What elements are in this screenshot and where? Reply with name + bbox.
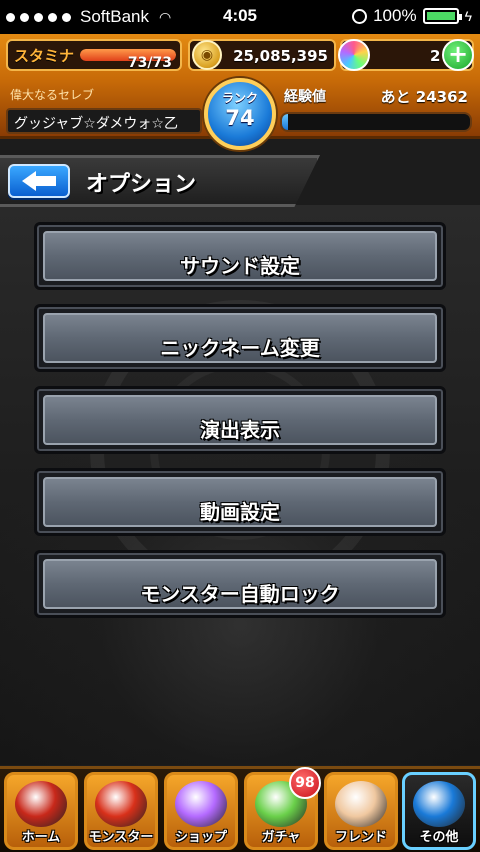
rotation-lock-icon [352,8,368,24]
option-label: ニックネーム変更 [160,336,320,360]
nickname-change-button[interactable]: ニックネーム変更 [34,304,446,372]
coin-panel: ◉ 25,085,395 [188,39,336,71]
option-label: サウンド設定 [180,254,300,278]
nav-label: その他 [419,830,459,845]
nav-label: フレンド [334,830,387,845]
status-bar: SoftBank ◠ 4:05 100% ϟ [0,0,480,34]
back-button[interactable] [8,164,70,198]
orb-icon [338,39,370,71]
rank-value: 74 [225,106,255,130]
nav-label: ショップ [174,830,227,845]
exp-fill [282,114,288,130]
effect-display-button[interactable]: 演出表示 [34,386,446,454]
exp-remaining: あと 24362 [380,88,468,106]
stamina-panel: スタミナ 73/73 [6,39,182,71]
back-arrow-shaft [34,176,56,186]
nav-gacha[interactable]: ガチャ 98 [244,767,321,850]
orb-value: 2 [430,47,441,65]
exp-bar [280,112,472,132]
page-title: オプション [86,172,197,197]
option-face: ニックネーム変更 [43,313,437,363]
player-name-box: グッジャブ☆ダメウォ☆乙 [6,108,202,134]
stamina-value: 73/73 [127,55,172,71]
option-face: 動画設定 [43,477,437,527]
friend-handshake-icon [335,781,387,827]
option-label: 演出表示 [200,418,280,442]
nav-monster[interactable]: モンスター [84,772,158,850]
rank-badge: ランク 74 [204,78,276,150]
add-orb-button[interactable]: + [442,39,474,71]
home-icon [15,781,67,827]
status-right: 100% ϟ [352,6,472,26]
rank-label: ランク [221,91,258,105]
battery-icon [422,8,462,24]
coin-value: 25,085,395 [233,47,328,65]
option-label: 動画設定 [200,500,280,524]
battery-percent: 100% [373,6,417,25]
nav-label: ホーム [21,830,61,845]
option-face: モンスター自動ロック [43,559,437,609]
option-face: 演出表示 [43,395,437,445]
video-settings-button[interactable]: 動画設定 [34,468,446,536]
coin-icon: ◉ [192,40,222,70]
charging-icon: ϟ [464,8,472,24]
option-face: サウンド設定 [43,231,437,281]
other-icon [413,781,465,827]
game-header: スタミナ 73/73 ◉ 25,085,395 2 + 偉大なるセレブ グッジャ… [0,34,480,150]
player-title: 偉大なるセレブ [10,88,95,102]
shop-orb-icon [175,781,227,827]
nav-friend[interactable]: フレンド [324,772,398,850]
nav-label: ガチャ [261,830,301,845]
nav-other[interactable]: その他 [402,772,476,850]
orb-panel: 2 + [338,39,474,71]
gacha-count-badge: 98 [289,767,321,799]
nav-label: モンスター [88,830,154,845]
stamina-label: スタミナ [14,47,75,65]
nav-home[interactable]: ホーム [4,772,78,850]
exp-label: 経験値 [284,89,326,105]
sound-settings-button[interactable]: サウンド設定 [34,222,446,290]
option-label: モンスター自動ロック [140,582,340,606]
monster-auto-lock-button[interactable]: モンスター自動ロック [34,550,446,618]
nav-shop[interactable]: ショップ [164,772,238,850]
monster-icon [95,781,147,827]
player-name: グッジャブ☆ダメウォ☆乙 [14,116,178,132]
